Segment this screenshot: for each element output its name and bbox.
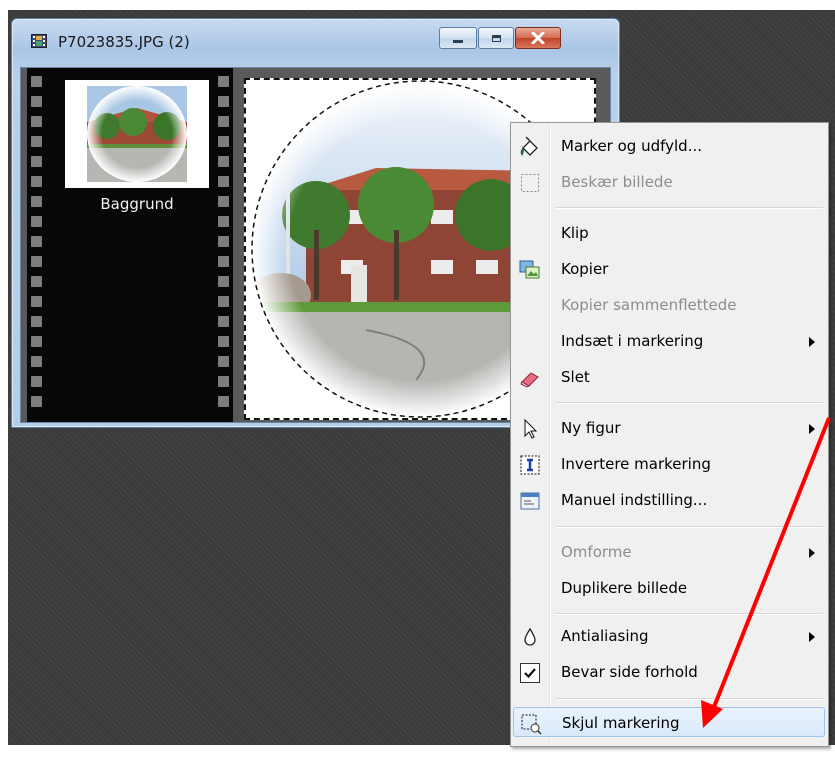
menu-label: Bevar side forhold [561, 663, 698, 681]
menu-separator [555, 526, 823, 528]
menu-separator [555, 402, 823, 404]
submenu-arrow-icon [809, 632, 815, 642]
eraser-icon [519, 367, 541, 389]
submenu-arrow-icon [809, 337, 815, 347]
drop-icon [519, 626, 541, 648]
maximize-icon [491, 34, 501, 42]
menu-label: Duplikere billede [561, 579, 688, 597]
menu-item-slet[interactable]: Slet [513, 362, 825, 392]
menu-item-beskaer-billede[interactable]: Beskær billede [513, 167, 825, 197]
menu-item-kopier[interactable]: Kopier [513, 254, 825, 284]
menu-item-marker-og-udfyld[interactable]: Marker og udfyld... [513, 131, 825, 161]
pointer-icon [519, 418, 541, 440]
menu-label: Beskær billede [561, 173, 673, 191]
paint-bucket-icon [519, 136, 541, 158]
menu-label: Manuel indstilling... [561, 491, 708, 509]
minimize-button[interactable] [439, 27, 477, 49]
menu-item-duplikere-billede[interactable]: Duplikere billede [513, 573, 825, 603]
menu-item-antialiasing[interactable]: Antialiasing [513, 621, 825, 651]
menu-label: Klip [561, 224, 589, 242]
filmstrip-sprockets-right [218, 76, 229, 416]
close-button[interactable] [515, 27, 561, 49]
menu-label: Omforme [561, 543, 632, 561]
menu-label: Kopier sammenflettede [561, 296, 737, 314]
minimize-icon [453, 39, 463, 43]
layer-thumbnail-image [87, 86, 187, 182]
menu-label: Marker og udfyld... [561, 137, 702, 155]
menu-item-skjul-markering[interactable]: Skjul markering [513, 707, 825, 737]
title-bar[interactable]: P7023835.JPG (2) [12, 19, 619, 59]
submenu-arrow-icon [809, 548, 815, 558]
layer-label: Baggrund [100, 195, 174, 213]
menu-item-omforme[interactable]: Omforme [513, 537, 825, 567]
menu-separator [555, 207, 823, 209]
menu-item-indsaet-i-markering[interactable]: Indsæt i markering [513, 326, 825, 356]
menu-item-klip[interactable]: Klip [513, 218, 825, 248]
menu-separator [555, 698, 823, 700]
submenu-arrow-icon [809, 424, 815, 434]
menu-label: Skjul markering [562, 714, 680, 732]
menu-item-invertere-markering[interactable]: Invertere markering [513, 449, 825, 479]
layer-filmstrip: Baggrund [27, 68, 233, 422]
menu-item-manuel-indstilling[interactable]: Manuel indstilling... [513, 485, 825, 515]
window-title: P7023835.JPG (2) [58, 33, 190, 51]
image-file-icon [31, 34, 47, 48]
layer-thumbnail[interactable] [65, 80, 209, 188]
context-menu: Marker og udfyld... Beskær billede Klip … [510, 122, 829, 747]
menu-item-kopier-sammenflettede[interactable]: Kopier sammenflettede [513, 290, 825, 320]
top-border [0, 0, 835, 10]
copy-picture-icon [519, 259, 541, 281]
filmstrip-sprockets-left [31, 76, 42, 416]
left-border [0, 0, 8, 758]
menu-label: Ny figur [561, 419, 621, 437]
checkmark-icon [519, 662, 541, 684]
invert-selection-icon [519, 454, 541, 476]
menu-label: Indsæt i markering [561, 332, 704, 350]
settings-window-icon [519, 490, 541, 512]
menu-item-ny-figur[interactable]: Ny figur [513, 413, 825, 443]
hide-selection-icon [520, 713, 542, 735]
menu-label: Invertere markering [561, 455, 711, 473]
menu-label: Antialiasing [561, 627, 649, 645]
menu-item-bevar-side-forhold[interactable]: Bevar side forhold [513, 657, 825, 687]
menu-separator [555, 613, 823, 615]
menu-label: Kopier [561, 260, 609, 278]
crop-icon [519, 172, 541, 194]
menu-label: Slet [561, 368, 590, 386]
maximize-button[interactable] [478, 27, 514, 49]
close-icon [531, 32, 545, 44]
